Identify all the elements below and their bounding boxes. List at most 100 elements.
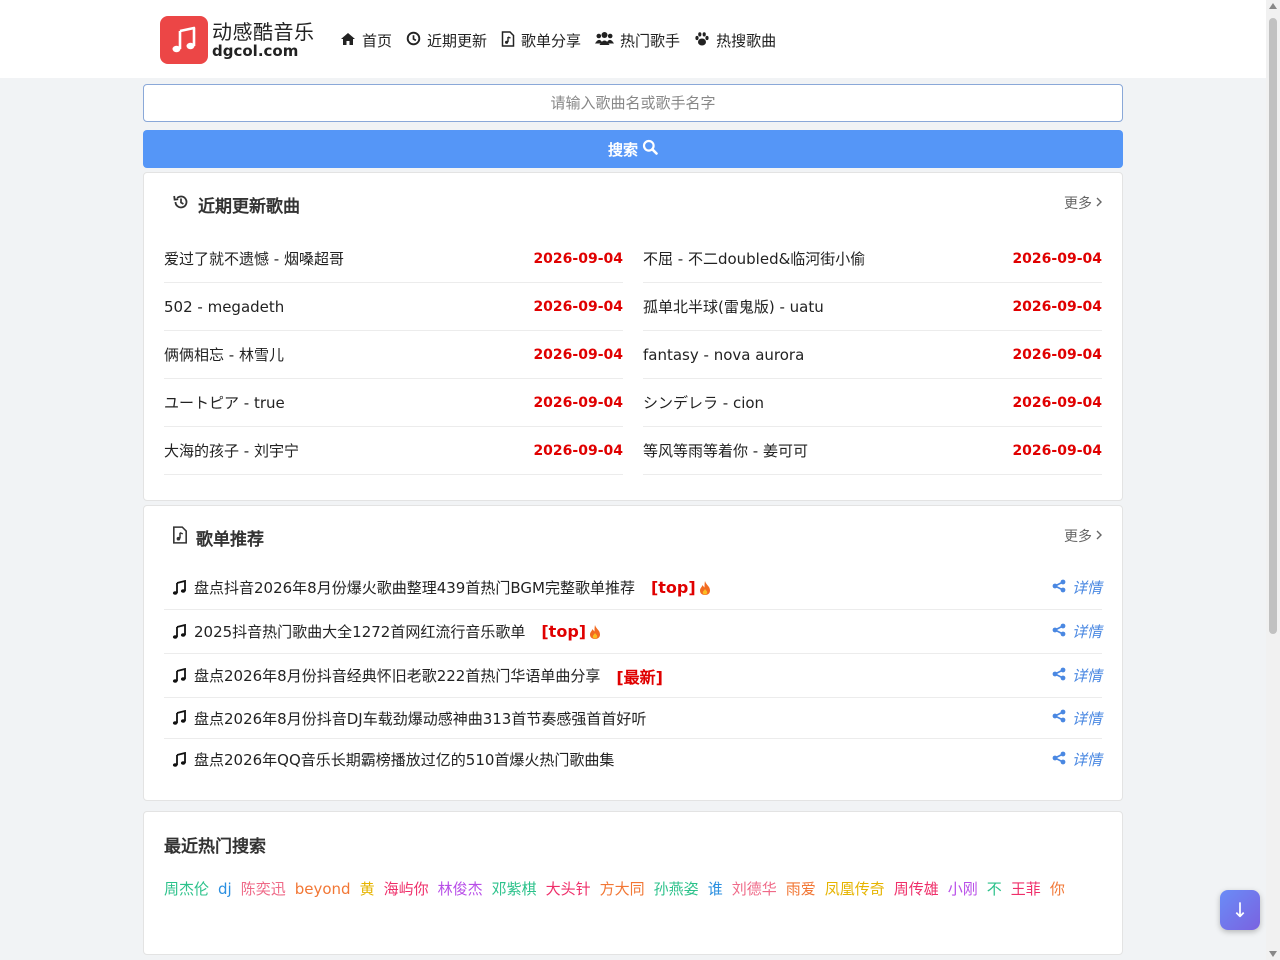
nav-item-home[interactable]: 首页	[340, 30, 392, 51]
song-date: 2026-09-04	[533, 298, 623, 315]
music-note-icon	[172, 623, 186, 640]
hot-search-tag[interactable]: 黄	[360, 880, 375, 898]
playlists-heading: 歌单推荐	[172, 525, 264, 550]
song-row[interactable]: 等风等雨等着你 - 姜可可 2026-09-04	[643, 427, 1102, 475]
song-row[interactable]: fantasy - nova aurora 2026-09-04	[643, 331, 1102, 379]
scroll-up-arrow-icon[interactable]	[1269, 3, 1277, 9]
song-title: ユートピア - true	[164, 394, 285, 412]
song-title: 等风等雨等着你 - 姜可可	[643, 442, 808, 460]
scroll-to-bottom-button[interactable]: ↓	[1220, 890, 1260, 930]
hot-search-tag[interactable]: beyond	[295, 880, 351, 898]
playlist-tag: [top]	[650, 578, 696, 597]
music-note-icon	[172, 667, 186, 684]
hot-search-tag[interactable]: 周传雄	[894, 880, 939, 898]
nav-label: 歌单分享	[521, 32, 582, 50]
detail-label: 详情	[1071, 623, 1102, 641]
page-scrollbar[interactable]	[1266, 0, 1280, 960]
search-button-label: 搜索	[607, 140, 638, 159]
hot-search-tag[interactable]: 周杰伦	[164, 880, 209, 898]
share-icon	[1052, 623, 1072, 641]
playlist-detail-link[interactable]: 详情	[1052, 739, 1102, 780]
song-row[interactable]: 爱过了就不遗憾 - 烟嗓超哥 2026-09-04	[164, 235, 623, 283]
hot-search-tag[interactable]: 王菲	[1011, 880, 1041, 898]
hot-search-tag[interactable]: 雨爱	[786, 880, 816, 898]
file-music-icon	[172, 526, 196, 549]
song-row[interactable]: 俩俩相忘 - 林雪儿 2026-09-04	[164, 331, 623, 379]
hot-search-tag[interactable]: 小刚	[948, 880, 978, 898]
nav-label: 近期更新	[427, 32, 488, 50]
song-date: 2026-09-04	[1012, 346, 1102, 363]
hot-search-tag[interactable]: 大头针	[546, 880, 591, 898]
playlist-title[interactable]: 盘点抖音2026年8月份爆火歌曲整理439首热门BGM完整歌单推荐	[194, 577, 635, 598]
users-icon	[595, 31, 620, 50]
hot-search-tag[interactable]: 林俊杰	[438, 880, 483, 898]
search-button[interactable]: 搜索	[143, 130, 1123, 168]
hot-search-tag[interactable]: 陈奕迅	[241, 880, 286, 898]
song-date: 2026-09-04	[1012, 394, 1102, 411]
detail-label: 详情	[1071, 709, 1102, 728]
hot-search-tag[interactable]: dj	[218, 880, 232, 898]
playlist-detail-link[interactable]: 详情	[1052, 610, 1102, 653]
playlist-row: 2025抖音热门歌曲大全1272首网红流行音乐歌单 [top] 详情	[164, 610, 1102, 654]
playlist-detail-link[interactable]: 详情	[1052, 698, 1102, 738]
detail-label: 详情	[1071, 751, 1102, 769]
hot-search-heading: 最近热门搜索	[164, 837, 266, 857]
share-icon	[1052, 579, 1072, 597]
site-logo[interactable]: 动感酷音乐 dgcol.com	[160, 16, 315, 64]
recent-more-link[interactable]: 更多	[1064, 193, 1102, 213]
song-date: 2026-09-04	[533, 250, 623, 267]
hot-search-tag[interactable]: 方大同	[600, 880, 645, 898]
song-title: 孤单北半球(雷鬼版) - uatu	[643, 298, 824, 316]
hot-search-tag[interactable]: 海屿你	[384, 880, 429, 898]
nav-label: 首页	[362, 32, 393, 50]
scroll-down-arrow-icon[interactable]	[1269, 951, 1277, 957]
song-row[interactable]: 502 - megadeth 2026-09-04	[164, 283, 623, 331]
nav-item-singers[interactable]: 热门歌手	[595, 30, 680, 51]
detail-label: 详情	[1071, 667, 1102, 685]
song-row[interactable]: シンデレラ - cion 2026-09-04	[643, 379, 1102, 427]
nav-item-recent[interactable]: 近期更新	[406, 30, 487, 51]
song-title: シンデレラ - cion	[643, 394, 765, 412]
playlists-more-link[interactable]: 更多	[1064, 526, 1102, 546]
song-date: 2026-09-04	[1012, 298, 1102, 315]
hot-search-tag[interactable]: 不	[987, 880, 1002, 898]
nav-item-playlists[interactable]: 歌单分享	[501, 30, 581, 51]
song-title: 不屈 - 不二doubled&临河街小偷	[643, 250, 866, 268]
playlist-detail-link[interactable]: 详情	[1052, 654, 1102, 697]
playlist-row: 盘点2026年8月份抖音DJ车载劲爆动感神曲313首节奏感强首首好听 详情	[164, 698, 1102, 739]
song-row[interactable]: 不屈 - 不二doubled&临河街小偷 2026-09-04	[643, 235, 1102, 283]
song-title: 俩俩相忘 - 林雪儿	[164, 346, 284, 364]
more-label: 更多	[1064, 529, 1092, 545]
recent-songs-left-column: 爱过了就不遗憾 - 烟嗓超哥 2026-09-04 502 - megadeth 2…	[164, 235, 623, 475]
playlist-title[interactable]: 2025抖音热门歌曲大全1272首网红流行音乐歌单	[194, 621, 525, 642]
detail-label: 详情	[1071, 579, 1102, 597]
hot-search-tag[interactable]: 孙燕姿	[654, 880, 699, 898]
playlist-title[interactable]: 盘点2026年8月份抖音经典怀旧老歌222首热门华语单曲分享	[194, 665, 600, 686]
hot-search-tag[interactable]: 刘德华	[732, 880, 777, 898]
site-header: 动感酷音乐 dgcol.com 首页 近期更新 歌单分享 热门歌手 热搜歌曲	[0, 0, 1266, 78]
scrollbar-thumb[interactable]	[1269, 18, 1277, 634]
home-icon	[340, 32, 362, 50]
song-date: 2026-09-04	[1012, 442, 1102, 459]
playlist-detail-link[interactable]: 详情	[1052, 566, 1102, 609]
song-row[interactable]: ユートピア - true 2026-09-04	[164, 379, 623, 427]
hot-search-tag[interactable]: 你	[1050, 880, 1065, 898]
more-label: 更多	[1064, 196, 1092, 212]
playlist-tag: [最新]	[616, 667, 663, 687]
music-note-icon	[172, 710, 186, 726]
playlist-title[interactable]: 盘点2026年QQ音乐长期霸榜播放过亿的510首爆火热门歌曲集	[194, 749, 614, 770]
share-icon	[1052, 751, 1072, 769]
playlists-card: 歌单推荐 更多 盘点抖音2026年8月份爆火歌曲整理439首热门BGM完整歌单推…	[143, 505, 1123, 801]
playlist-row: 盘点2026年8月份抖音经典怀旧老歌222首热门华语单曲分享 [最新] 详情	[164, 654, 1102, 698]
song-row[interactable]: 大海的孩子 - 刘宇宁 2026-09-04	[164, 427, 623, 475]
hot-search-tag[interactable]: 凤凰传奇	[825, 880, 885, 898]
song-date: 2026-09-04	[533, 346, 623, 363]
playlist-title[interactable]: 盘点2026年8月份抖音DJ车载劲爆动感神曲313首节奏感强首首好听	[194, 708, 646, 729]
hot-search-list: 周杰伦 dj 陈奕迅 beyond 黄海屿你 林俊杰 邓紫棋 大头针 方大同 孙燕姿谁刘德华 雨爱凤…	[164, 872, 1104, 906]
playlist-row: 盘点抖音2026年8月份爆火歌曲整理439首热门BGM完整歌单推荐 [top] …	[164, 566, 1102, 610]
hot-search-tag[interactable]: 邓紫棋	[492, 880, 537, 898]
hot-search-tag[interactable]: 谁	[708, 880, 723, 898]
nav-item-hot-songs[interactable]: 热搜歌曲	[694, 30, 776, 51]
search-input[interactable]	[143, 84, 1123, 122]
song-row[interactable]: 孤单北半球(雷鬼版) - uatu 2026-09-04	[643, 283, 1102, 331]
